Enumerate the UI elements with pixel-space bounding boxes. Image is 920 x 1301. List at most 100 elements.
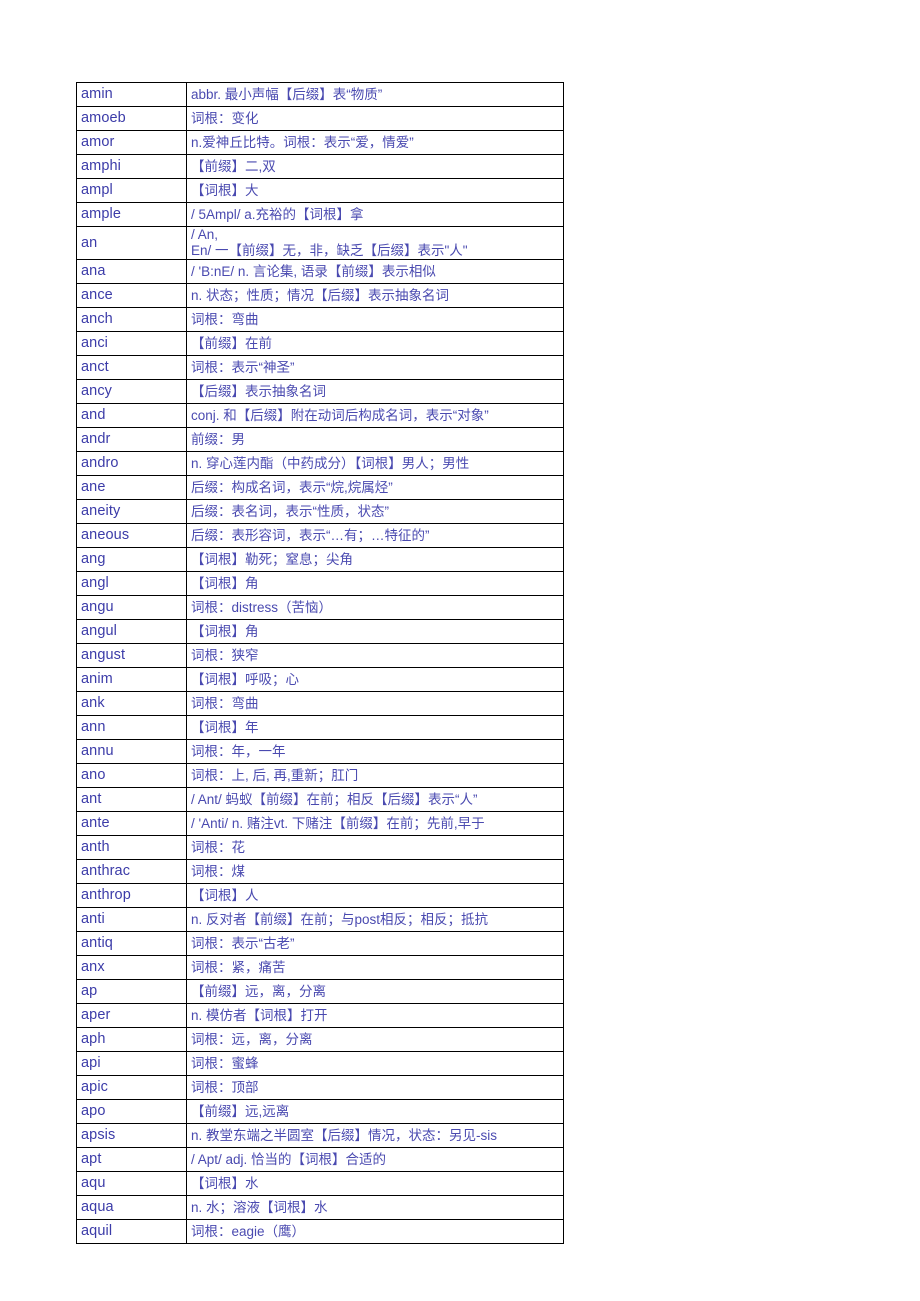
term-cell: amphi <box>76 154 187 179</box>
definition-cell: 词根：花 <box>186 835 564 860</box>
term-cell: ample <box>76 202 187 227</box>
table-row: ang 【词根】勒死；窒息；尖角 <box>76 547 564 572</box>
definition-cell: 词根：表示“神圣” <box>186 355 564 380</box>
table-row: angul 【词根】角 <box>76 619 564 644</box>
term-cell: antiq <box>76 931 187 956</box>
term-cell: ann <box>76 715 187 740</box>
definition-cell: n. 教堂东端之半圆室【后缀】情况，状态：另见-sis <box>186 1123 564 1148</box>
table-row: apsis n. 教堂东端之半圆室【后缀】情况，状态：另见-sis <box>76 1123 564 1148</box>
table-row: ana / 'B:nE/ n. 言论集, 语录【前缀】表示相似 <box>76 259 564 284</box>
table-row: ance n. 状态；性质；情况【后缀】表示抽象名词 <box>76 283 564 308</box>
term-cell: aqu <box>76 1171 187 1196</box>
definition-cell: 词根：弯曲 <box>186 307 564 332</box>
term-cell: angust <box>76 643 187 668</box>
term-cell: apo <box>76 1099 187 1124</box>
definition-cell: n.爱神丘比特。词根：表示“爱，情爱” <box>186 130 564 155</box>
table-row: andro n. 穿心莲内酯（中药成分）【词根】男人；男性 <box>76 451 564 476</box>
term-cell: anth <box>76 835 187 860</box>
term-cell: ano <box>76 763 187 788</box>
table-row: aneous 后缀：表形容词，表示“…有；…特征的” <box>76 523 564 548</box>
table-row: apic 词根：顶部 <box>76 1075 564 1100</box>
table-row: ample/ 5Ampl/ a.充裕的【词根】拿 <box>76 202 564 227</box>
table-row: ann 【词根】年 <box>76 715 564 740</box>
table-row: and conj. 和【后缀】附在动词后构成名词，表示“对象” <box>76 403 564 428</box>
definition-cell: conj. 和【后缀】附在动词后构成名词，表示“对象” <box>186 403 564 428</box>
term-cell: ante <box>76 811 187 836</box>
term-cell: aneous <box>76 523 187 548</box>
table-row: amphi 【前缀】二,双 <box>76 154 564 179</box>
table-row: amoeb 词根：变化 <box>76 106 564 131</box>
definition-cell: 后缀：表名词，表示“性质，状态” <box>186 499 564 524</box>
definition-cell: / Apt/ adj. 恰当的【词根】合适的 <box>186 1147 564 1172</box>
term-cell: andro <box>76 451 187 476</box>
term-cell: aneity <box>76 499 187 524</box>
table-row: api 词根：蜜蜂 <box>76 1051 564 1076</box>
table-row: angu 词根：distress（苦恼） <box>76 595 564 620</box>
term-cell: ang <box>76 547 187 572</box>
term-cell: anci <box>76 331 187 356</box>
definition-cell: 后缀：构成名词，表示“烷,烷属烃” <box>186 475 564 500</box>
definition-cell: 【前缀】二,双 <box>186 154 564 179</box>
term-cell: angu <box>76 595 187 620</box>
term-cell: aper <box>76 1003 187 1028</box>
definition-cell: 词根：蜜蜂 <box>186 1051 564 1076</box>
term-cell: annu <box>76 739 187 764</box>
definition-cell: / Ant/ 蚂蚁【前缀】在前；相反【后缀】表示“人” <box>186 787 564 812</box>
table-row: apo 【前缀】远,远离 <box>76 1099 564 1124</box>
term-cell: ana <box>76 259 187 284</box>
table-row: anim 【词根】呼吸；心 <box>76 667 564 692</box>
table-row: antiq 词根：表示“古老” <box>76 931 564 956</box>
table-row: anci 【前缀】在前 <box>76 331 564 356</box>
term-cell: anthrop <box>76 883 187 908</box>
definition-cell: 【后缀】表示抽象名词 <box>186 379 564 404</box>
definition-line: / An, <box>191 227 219 243</box>
term-cell: ane <box>76 475 187 500</box>
definition-cell: 【词根】角 <box>186 571 564 596</box>
definition-cell: 【词根】勒死；窒息；尖角 <box>186 547 564 572</box>
definition-cell: n. 穿心莲内酯（中药成分）【词根】男人；男性 <box>186 451 564 476</box>
definition-cell: 后缀：表形容词，表示“…有；…特征的” <box>186 523 564 548</box>
table-row: an / An, En/ 一【前缀】无，非，缺乏【后缀】表示"人" <box>76 226 564 260</box>
term-cell: anx <box>76 955 187 980</box>
page-canvas: amin abbr. 最小声幅【后缀】表“物质” amoeb 词根：变化 amor n.爱… <box>0 0 920 1301</box>
table-row: apt / Apt/ adj. 恰当的【词根】合适的 <box>76 1147 564 1172</box>
table-row: aneity 后缀：表名词，表示“性质，状态” <box>76 499 564 524</box>
term-cell: apic <box>76 1075 187 1100</box>
term-cell: and <box>76 403 187 428</box>
glossary-table-body: amin abbr. 最小声幅【后缀】表“物质” amoeb 词根：变化 amor n.爱… <box>76 82 564 1244</box>
table-row: anti n. 反对者【前缀】在前；与post相反；相反；抵抗 <box>76 907 564 932</box>
definition-cell: 【前缀】远,远离 <box>186 1099 564 1124</box>
table-row: ank 词根：弯曲 <box>76 691 564 716</box>
table-row: ap 【前缀】远，离，分离 <box>76 979 564 1004</box>
table-row: ano 词根：上, 后, 再,重新；肛门 <box>76 763 564 788</box>
definition-cell: 词根：上, 后, 再,重新；肛门 <box>186 763 564 788</box>
glossary-table: amin abbr. 最小声幅【后缀】表“物质” amoeb 词根：变化 amor n.爱… <box>76 82 564 1244</box>
term-cell: aquil <box>76 1219 187 1244</box>
table-row: aper n. 模仿者【词根】打开 <box>76 1003 564 1028</box>
definition-cell: 词根：弯曲 <box>186 691 564 716</box>
definition-line: En/ 一【前缀】无，非，缺乏【后缀】表示"人" <box>191 243 468 258</box>
table-row: ante / 'Anti/ n. 赌注vt. 下赌注【前缀】在前；先前,早于 <box>76 811 564 836</box>
table-row: ancy 【后缀】表示抽象名词 <box>76 379 564 404</box>
definition-cell: 【词根】水 <box>186 1171 564 1196</box>
definition-cell: 词根：表示“古老” <box>186 931 564 956</box>
table-row: angust 词根：狭窄 <box>76 643 564 668</box>
table-row: aquil 词根：eagie（鹰） <box>76 1219 564 1244</box>
definition-cell: 【词根】年 <box>186 715 564 740</box>
definition-cell: 词根：远，离，分离 <box>186 1027 564 1052</box>
definition-cell: n. 反对者【前缀】在前；与post相反；相反；抵抗 <box>186 907 564 932</box>
term-cell: amor <box>76 130 187 155</box>
table-row: anthrac 词根：煤 <box>76 859 564 884</box>
definition-cell: 词根：年，一年 <box>186 739 564 764</box>
term-cell: apsis <box>76 1123 187 1148</box>
table-row: anch 词根：弯曲 <box>76 307 564 332</box>
table-row: anth 词根：花 <box>76 835 564 860</box>
definition-cell: n. 水；溶液【词根】水 <box>186 1195 564 1220</box>
definition-cell: 前缀：男 <box>186 427 564 452</box>
table-row: anct 词根：表示“神圣” <box>76 355 564 380</box>
term-cell: ancy <box>76 379 187 404</box>
table-row: andr 前缀：男 <box>76 427 564 452</box>
term-cell: an <box>76 226 187 260</box>
definition-cell: 词根：eagie（鹰） <box>186 1219 564 1244</box>
term-cell: aph <box>76 1027 187 1052</box>
